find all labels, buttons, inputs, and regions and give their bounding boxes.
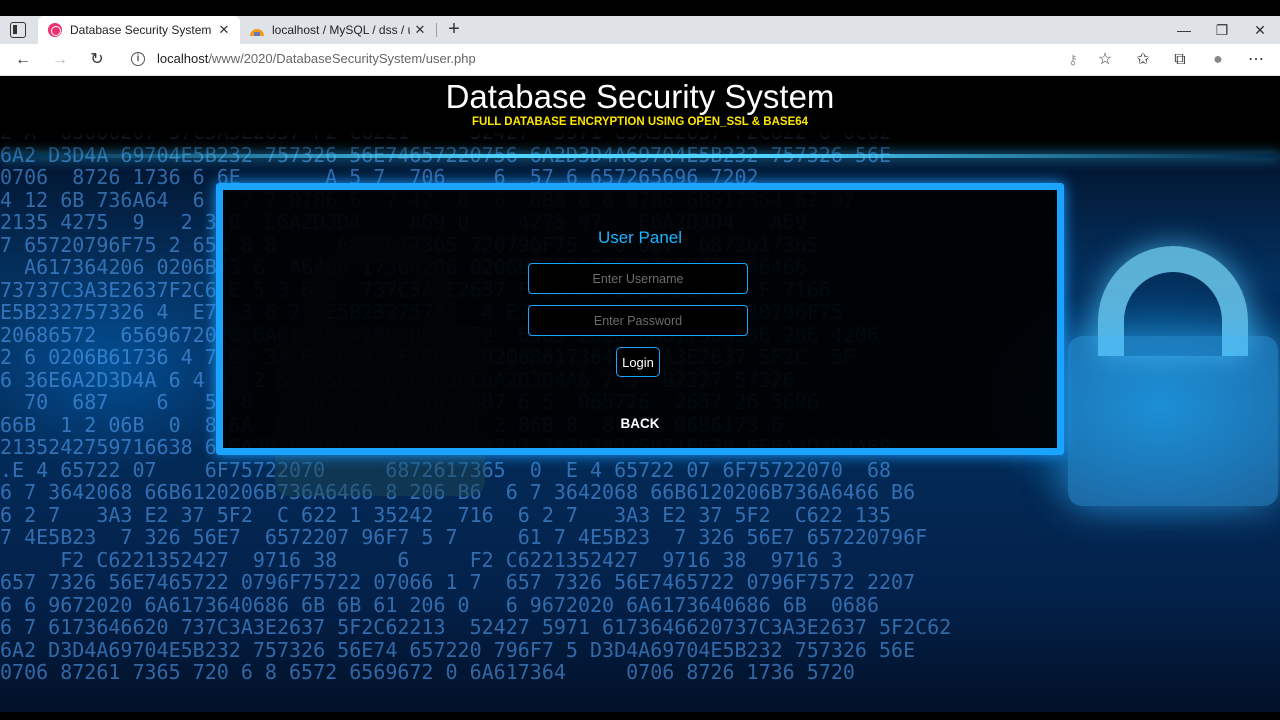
more-menu-icon[interactable]: ⋯ — [1246, 50, 1266, 70]
new-tab-button[interactable]: + — [443, 19, 465, 41]
collections-icon[interactable]: ⧉ — [1170, 50, 1190, 70]
panel-heading: User Panel — [597, 228, 683, 247]
phpmyadmin-favicon-icon — [250, 23, 264, 37]
code-background-line: 657 7326 56E7465722 0796F75722 07066 1 7… — [0, 570, 916, 594]
site-info-icon[interactable]: i — [131, 52, 145, 66]
tab-actions-icon[interactable] — [10, 22, 26, 38]
close-window-button[interactable]: ✕ — [1242, 20, 1278, 40]
maximize-button[interactable]: ❐ — [1204, 20, 1240, 40]
code-background-line: 6 6 9672020 6A6173640686 6B 6B 61 206 0 … — [0, 592, 879, 617]
code-background-line: F2 C6221352427 9716 38 6 F2 C6221352427 … — [0, 547, 843, 572]
tab-database-security-system[interactable]: Database Security System ✕ — [38, 16, 240, 44]
username-input[interactable] — [528, 263, 748, 294]
refresh-icon[interactable]: ↻ — [87, 50, 107, 70]
add-favorite-icon[interactable]: ☆ — [1095, 50, 1115, 70]
login-button[interactable]: Login — [616, 347, 660, 377]
browser-tab-bar: Database Security System ✕ localhost / M… — [0, 16, 1280, 44]
code-background-line: 6 2 7 3A3 E2 37 5F2 C 622 1 35242 716 6 … — [0, 502, 892, 527]
forward-arrow-icon[interactable]: → — [50, 50, 70, 70]
padlock-icon — [1068, 246, 1278, 506]
address-bar[interactable]: localhost/www/2020/DatabaseSecuritySyste… — [157, 51, 476, 66]
close-icon[interactable]: ✕ — [214, 22, 234, 38]
user-login-panel: User Panel Login BACK — [216, 183, 1064, 455]
url-path: /www/2020/DatabaseSecuritySystem/user.ph… — [208, 51, 476, 66]
tab-separator — [436, 23, 437, 37]
code-background-line: 7 4E5B23 7 326 56E7 6572207 96F7 5 7 61 … — [0, 525, 928, 549]
url-host: localhost — [157, 51, 209, 66]
back-link[interactable]: BACK — [223, 416, 1057, 431]
screen-top-edge — [0, 0, 1280, 16]
code-background-line: 6A2 D3D4A69704E5B232 757326 56E74 657220… — [0, 637, 916, 662]
app-favicon-icon — [48, 23, 62, 37]
profile-avatar-icon[interactable]: ● — [1208, 50, 1228, 70]
back-arrow-icon[interactable]: ← — [13, 50, 33, 70]
screen-bottom-edge — [0, 712, 1280, 720]
close-icon[interactable]: ✕ — [410, 22, 430, 38]
header-glow-divider — [0, 154, 1280, 158]
site-title: Database Security System — [445, 78, 835, 115]
tab-title: localhost / MySQL / dss / users | ph — [272, 23, 410, 37]
favorites-icon[interactable]: ✩ — [1133, 50, 1153, 70]
page-content: F2 C6221 35242 F E F2 C622135242 F F 220… — [0, 76, 1280, 720]
tab-phpmyadmin[interactable]: localhost / MySQL / dss / users | ph ✕ — [240, 16, 436, 44]
browser-toolbar: ← → ↻ i localhost/www/2020/DatabaseSecur… — [0, 44, 1280, 76]
password-input[interactable] — [528, 305, 748, 336]
code-background-line: 0706 87261 7365 720 6 8 6572 6569672 0 6… — [0, 660, 855, 684]
key-icon[interactable]: ⚷ — [1063, 50, 1083, 70]
site-subtitle: FULL DATABASE ENCRYPTION USING OPEN_SSL … — [471, 116, 809, 128]
minimize-button[interactable]: — — [1166, 20, 1202, 40]
code-background-line: 6 7 6173646620 737C3A3E2637 5F2C62213 52… — [0, 615, 952, 639]
tab-title: Database Security System — [70, 23, 212, 37]
